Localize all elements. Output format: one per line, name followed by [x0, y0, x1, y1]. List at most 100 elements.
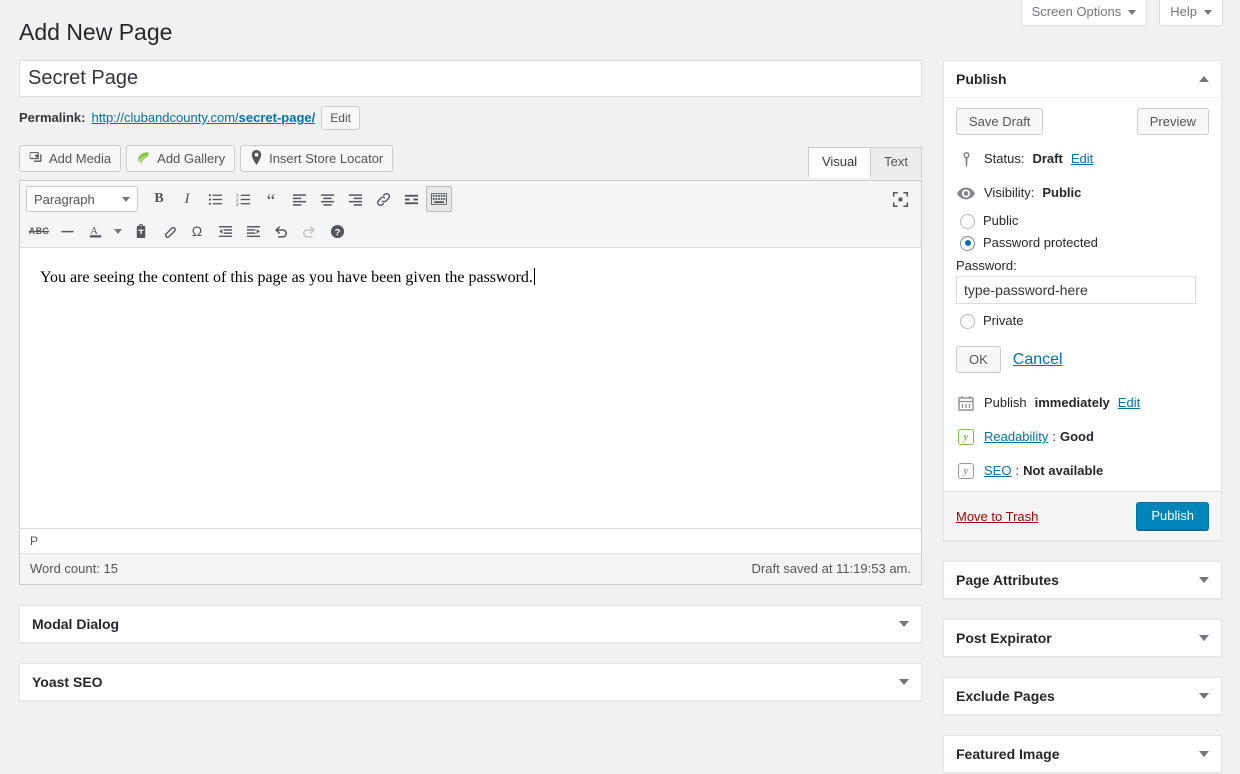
chevron-down-icon[interactable]	[1199, 635, 1209, 641]
metabox-post-expirator[interactable]: Post Expirator	[943, 619, 1222, 657]
add-gallery-label: Add Gallery	[157, 151, 226, 166]
metabox-featured-image[interactable]: Featured Image	[943, 735, 1222, 773]
screen-meta-links: Screen Options Help	[1020, 0, 1223, 26]
chevron-down-icon[interactable]	[899, 679, 909, 685]
metabox-modal-dialog[interactable]: Modal Dialog	[19, 605, 922, 643]
chevron-down-icon[interactable]	[1199, 577, 1209, 583]
metabox-header[interactable]: Page Attributes	[944, 562, 1221, 598]
radio-private-label: Private	[983, 313, 1024, 328]
align-center-icon[interactable]	[314, 186, 340, 212]
preview-button[interactable]: Preview	[1136, 108, 1209, 135]
strikethrough-icon[interactable]: ABC	[26, 218, 52, 244]
save-status: Draft saved at 11:19:53 am.	[751, 561, 911, 576]
publish-panel-footer: Move to Trash Publish	[944, 491, 1221, 540]
chevron-down-icon	[122, 196, 130, 202]
bold-icon[interactable]: B	[146, 186, 172, 212]
screen-options-button[interactable]: Screen Options	[1020, 0, 1148, 26]
metabox-header[interactable]: Featured Image	[944, 736, 1221, 772]
align-right-icon[interactable]	[342, 186, 368, 212]
add-media-label: Add Media	[49, 151, 112, 166]
chevron-down-icon[interactable]	[1199, 693, 1209, 699]
horizontal-rule-icon[interactable]	[54, 218, 80, 244]
edit-status-link[interactable]: Edit	[1071, 150, 1093, 168]
radio-public[interactable]	[960, 213, 975, 229]
increase-indent-icon[interactable]	[240, 218, 266, 244]
publish-panel-header[interactable]: Publish	[944, 61, 1221, 98]
editor-toolbars: Paragraph B I 1 2 3 “ ABC A Ω ?	[20, 181, 921, 248]
media-icon	[29, 150, 43, 167]
readability-link[interactable]: Readability	[984, 428, 1048, 446]
blockquote-icon[interactable]: “	[258, 186, 284, 212]
distraction-free-icon[interactable]	[887, 186, 913, 212]
radio-password-protected[interactable]	[960, 235, 975, 251]
link-icon[interactable]	[370, 186, 396, 212]
publish-panel-body: Save Draft Preview Status: Draft Edit Vi…	[944, 98, 1221, 491]
permalink-url[interactable]: http://clubandcounty.com/secret-page/	[91, 106, 315, 130]
add-gallery-button[interactable]: Add Gallery	[126, 145, 236, 172]
metabox-yoast-seo[interactable]: Yoast SEO	[19, 663, 922, 701]
metabox-page-attributes[interactable]: Page Attributes	[943, 561, 1222, 599]
publish-panel: Publish Save Draft Preview Status: Draft	[943, 60, 1222, 541]
yoast-icon-green: y	[956, 427, 976, 447]
metabox-title: Exclude Pages	[956, 688, 1055, 704]
visibility-ok-button[interactable]: OK	[956, 346, 1001, 373]
visibility-option-public[interactable]: Public	[960, 210, 1209, 232]
align-left-icon[interactable]	[286, 186, 312, 212]
editor-content-area[interactable]: You are seeing the content of this page …	[20, 248, 921, 528]
bulleted-list-icon[interactable]	[202, 186, 228, 212]
metabox-header[interactable]: Modal Dialog	[20, 606, 921, 642]
visibility-cancel-link[interactable]: Cancel	[1013, 351, 1063, 369]
sidebar-column: Publish Save Draft Preview Status: Draft	[943, 60, 1222, 773]
metabox-exclude-pages[interactable]: Exclude Pages	[943, 677, 1222, 715]
paste-as-text-icon[interactable]	[128, 218, 154, 244]
metabox-title: Post Expirator	[956, 630, 1052, 646]
save-draft-button[interactable]: Save Draft	[956, 108, 1044, 135]
numbered-list-icon[interactable]: 1 2 3	[230, 186, 256, 212]
password-input[interactable]	[956, 276, 1196, 304]
text-color-icon[interactable]: A	[82, 218, 108, 244]
media-buttons-row: Add Media Add Gallery Insert Store Locat…	[19, 145, 922, 178]
seo-link[interactable]: SEO	[984, 462, 1011, 480]
keyboard-help-icon[interactable]: ?	[324, 218, 350, 244]
post-title-input[interactable]	[19, 60, 922, 97]
special-character-icon[interactable]: Ω	[184, 218, 210, 244]
chevron-down-icon[interactable]	[1199, 751, 1209, 757]
chevron-down-icon[interactable]	[899, 621, 909, 627]
help-button[interactable]: Help	[1159, 0, 1223, 26]
radio-private[interactable]	[960, 313, 975, 329]
seo-value: Not available	[1023, 463, 1104, 478]
decrease-indent-icon[interactable]	[212, 218, 238, 244]
readability-row: y Readability: Good	[956, 427, 1209, 447]
toolbar-toggle-icon[interactable]	[426, 186, 452, 212]
format-select[interactable]: Paragraph	[26, 186, 138, 212]
publish-schedule-value: immediately	[1034, 395, 1110, 410]
editor-mode-tabs: Visual Text	[807, 146, 922, 178]
read-more-icon[interactable]	[398, 186, 424, 212]
clear-formatting-icon[interactable]	[156, 218, 182, 244]
visibility-option-private[interactable]: Private	[960, 310, 1209, 332]
status-label: Status:	[984, 151, 1025, 166]
undo-icon[interactable]	[268, 218, 294, 244]
redo-icon[interactable]	[296, 218, 322, 244]
publish-button[interactable]: Publish	[1136, 502, 1209, 530]
tab-visual[interactable]: Visual	[807, 147, 872, 178]
italic-icon[interactable]: I	[174, 186, 200, 212]
editor-status-bar: Word count: 15 Draft saved at 11:19:53 a…	[20, 553, 921, 584]
metabox-header[interactable]: Yoast SEO	[20, 664, 921, 700]
visibility-option-password-protected[interactable]: Password protected	[960, 232, 1209, 254]
metabox-title: Featured Image	[956, 746, 1060, 762]
metabox-header[interactable]: Post Expirator	[944, 620, 1221, 656]
readability-separator: :	[1052, 429, 1056, 444]
insert-store-locator-button[interactable]: Insert Store Locator	[240, 145, 394, 172]
tab-text[interactable]: Text	[871, 147, 922, 178]
chevron-up-icon[interactable]	[1199, 76, 1209, 82]
edit-permalink-button[interactable]: Edit	[321, 106, 360, 130]
move-to-trash-link[interactable]: Move to Trash	[956, 509, 1038, 524]
calendar-icon	[956, 393, 976, 413]
add-media-button[interactable]: Add Media	[19, 145, 122, 172]
metabox-header[interactable]: Exclude Pages	[944, 678, 1221, 714]
chevron-down-icon	[114, 228, 122, 234]
main-content-column: Permalink: http://clubandcounty.com/secr…	[19, 60, 922, 701]
text-color-caret-icon[interactable]	[110, 218, 126, 244]
edit-schedule-link[interactable]: Edit	[1118, 394, 1140, 412]
